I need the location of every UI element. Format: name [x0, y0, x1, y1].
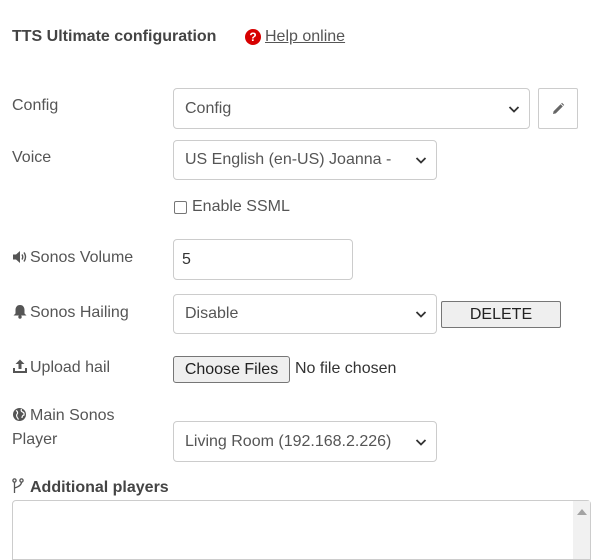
main-player-label-row: Main Sonos: [12, 407, 115, 427]
sonos-volume-input[interactable]: [173, 239, 353, 280]
config-label: Config: [12, 97, 59, 114]
additional-players-textarea[interactable]: [12, 500, 591, 560]
main-player-label-line2: Player: [12, 431, 58, 448]
scroll-up-icon[interactable]: [577, 509, 587, 515]
voice-label: Voice: [12, 149, 52, 166]
main-player-value: Living Room (192.168.2.226): [185, 433, 392, 450]
voice-select[interactable]: US English (en-US) Joanna -: [173, 140, 437, 180]
enable-ssml-checkbox[interactable]: [174, 201, 187, 214]
upload-hail-label-row: Upload hail: [12, 359, 110, 379]
bell-icon: [12, 304, 30, 324]
chevron-down-icon: [415, 157, 427, 164]
delete-hail-button[interactable]: DELETE: [441, 301, 561, 328]
enable-ssml-label: Enable SSML: [192, 198, 290, 215]
globe-icon: [12, 407, 30, 427]
chevron-down-icon: [415, 311, 427, 318]
question-circle-icon[interactable]: ?: [245, 29, 261, 45]
volume-icon: [12, 250, 30, 269]
chevron-down-icon: [415, 438, 427, 446]
voice-select-value: US English (en-US) Joanna -: [185, 151, 392, 168]
sonos-volume-label-row: Sonos Volume: [12, 249, 133, 269]
main-player-label-line1: Main Sonos: [30, 407, 115, 424]
main-player-select[interactable]: Living Room (192.168.2.226): [173, 421, 437, 462]
sonos-hailing-label-row: Sonos Hailing: [12, 304, 129, 324]
sonos-hailing-value: Disable: [185, 305, 239, 322]
additional-players-label-row: Additional players: [12, 478, 169, 499]
help-online-link[interactable]: Help online: [265, 28, 345, 46]
choose-files-button[interactable]: Choose Files: [173, 356, 290, 383]
textarea-scrollbar[interactable]: [573, 501, 590, 559]
config-select-value: Config: [185, 100, 232, 117]
file-status-text: No file chosen: [295, 360, 397, 377]
chevron-down-icon: [508, 105, 520, 113]
upload-hail-label: Upload hail: [30, 359, 111, 376]
additional-players-label: Additional players: [30, 479, 169, 496]
pencil-icon: [553, 102, 565, 114]
sonos-volume-label: Sonos Volume: [30, 249, 134, 266]
code-fork-icon: [12, 478, 30, 499]
sonos-hailing-select[interactable]: Disable: [173, 294, 437, 334]
upload-icon: [12, 359, 30, 379]
config-select[interactable]: Config: [173, 88, 530, 129]
edit-config-button[interactable]: [538, 88, 578, 129]
page-title: TTS Ultimate configuration: [12, 28, 217, 45]
sonos-hailing-label: Sonos Hailing: [30, 304, 129, 321]
